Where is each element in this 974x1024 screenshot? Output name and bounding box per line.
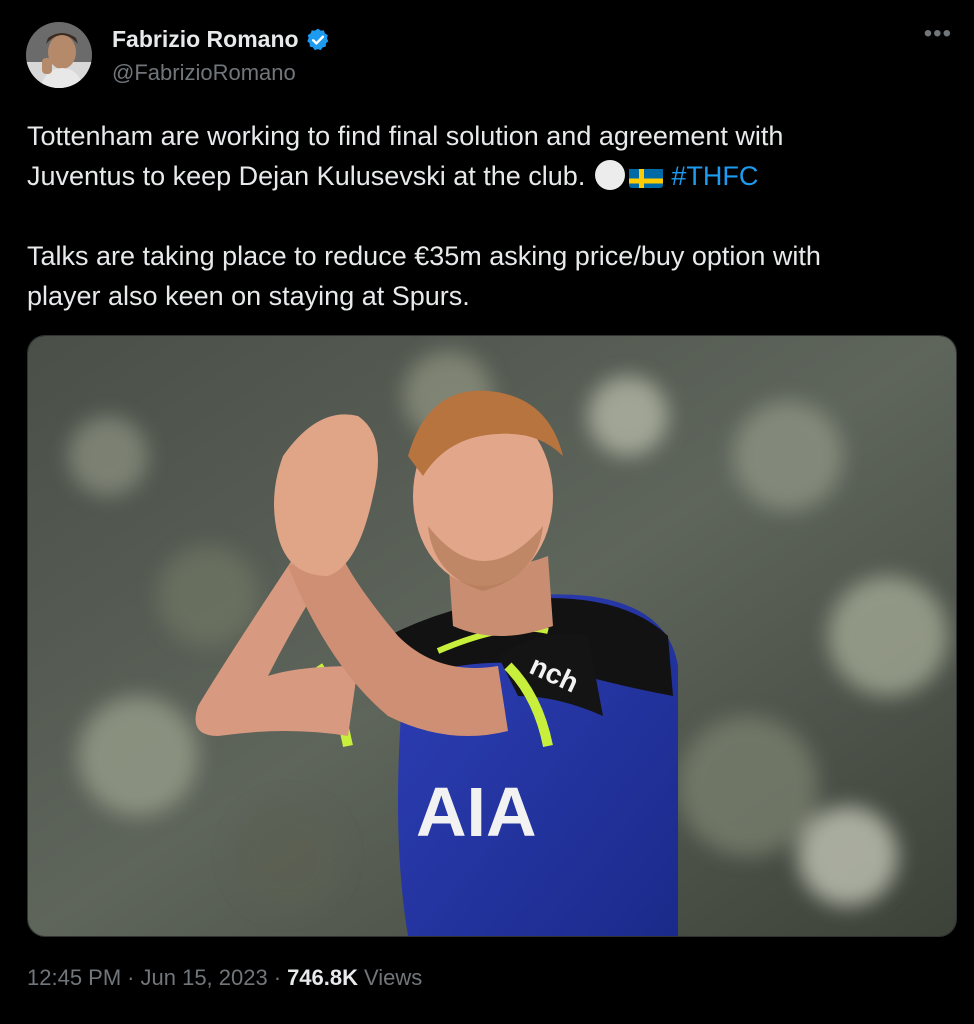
verified-badge-icon (305, 27, 331, 53)
tweet-line-2: Juventus to keep Dejan Kulusevski at the… (27, 161, 586, 191)
views-count[interactable]: 746.8K (287, 965, 358, 991)
tweet-p2-line-1: Talks are taking place to reduce €35m as… (27, 241, 821, 271)
player-photo: AIA nch (28, 336, 956, 936)
shirt-sponsor-text: AIA (416, 773, 537, 851)
author-display-name[interactable]: Fabrizio Romano (112, 26, 299, 53)
tweet-line-1: Tottenham are working to find final solu… (27, 121, 784, 151)
tweet-text: Tottenham are working to find final solu… (27, 116, 947, 316)
views-label: Views (364, 965, 423, 990)
white-circle-emoji (595, 160, 626, 190)
meta-separator: · (127, 965, 135, 990)
author-name-row: Fabrizio Romano (112, 26, 331, 53)
author-handle[interactable]: @FabrizioRomano (112, 60, 296, 86)
tweet-paragraph-2: Talks are taking place to reduce €35m as… (27, 236, 947, 316)
tweet-media-photo[interactable]: AIA nch (27, 335, 957, 937)
tweet-p2-line-2: player also keen on staying at Spurs. (27, 281, 470, 311)
sweden-flag-emoji (629, 164, 664, 188)
tweet-time[interactable]: 12:45 PM (27, 965, 121, 991)
tweet-meta: 12:45 PM · Jun 15, 2023 · 746.8K Views (27, 965, 422, 991)
tweet-card: Fabrizio Romano @FabrizioRomano ••• Tott… (0, 0, 974, 1024)
more-icon[interactable]: ••• (924, 20, 952, 48)
meta-separator-2: · (273, 965, 282, 990)
tweet-paragraph-1: Tottenham are working to find final solu… (27, 116, 947, 196)
author-avatar[interactable] (26, 22, 92, 88)
tweet-date[interactable]: Jun 15, 2023 (141, 965, 268, 991)
hashtag-link[interactable]: #THFC (671, 161, 758, 191)
avatar-photo (26, 22, 92, 88)
